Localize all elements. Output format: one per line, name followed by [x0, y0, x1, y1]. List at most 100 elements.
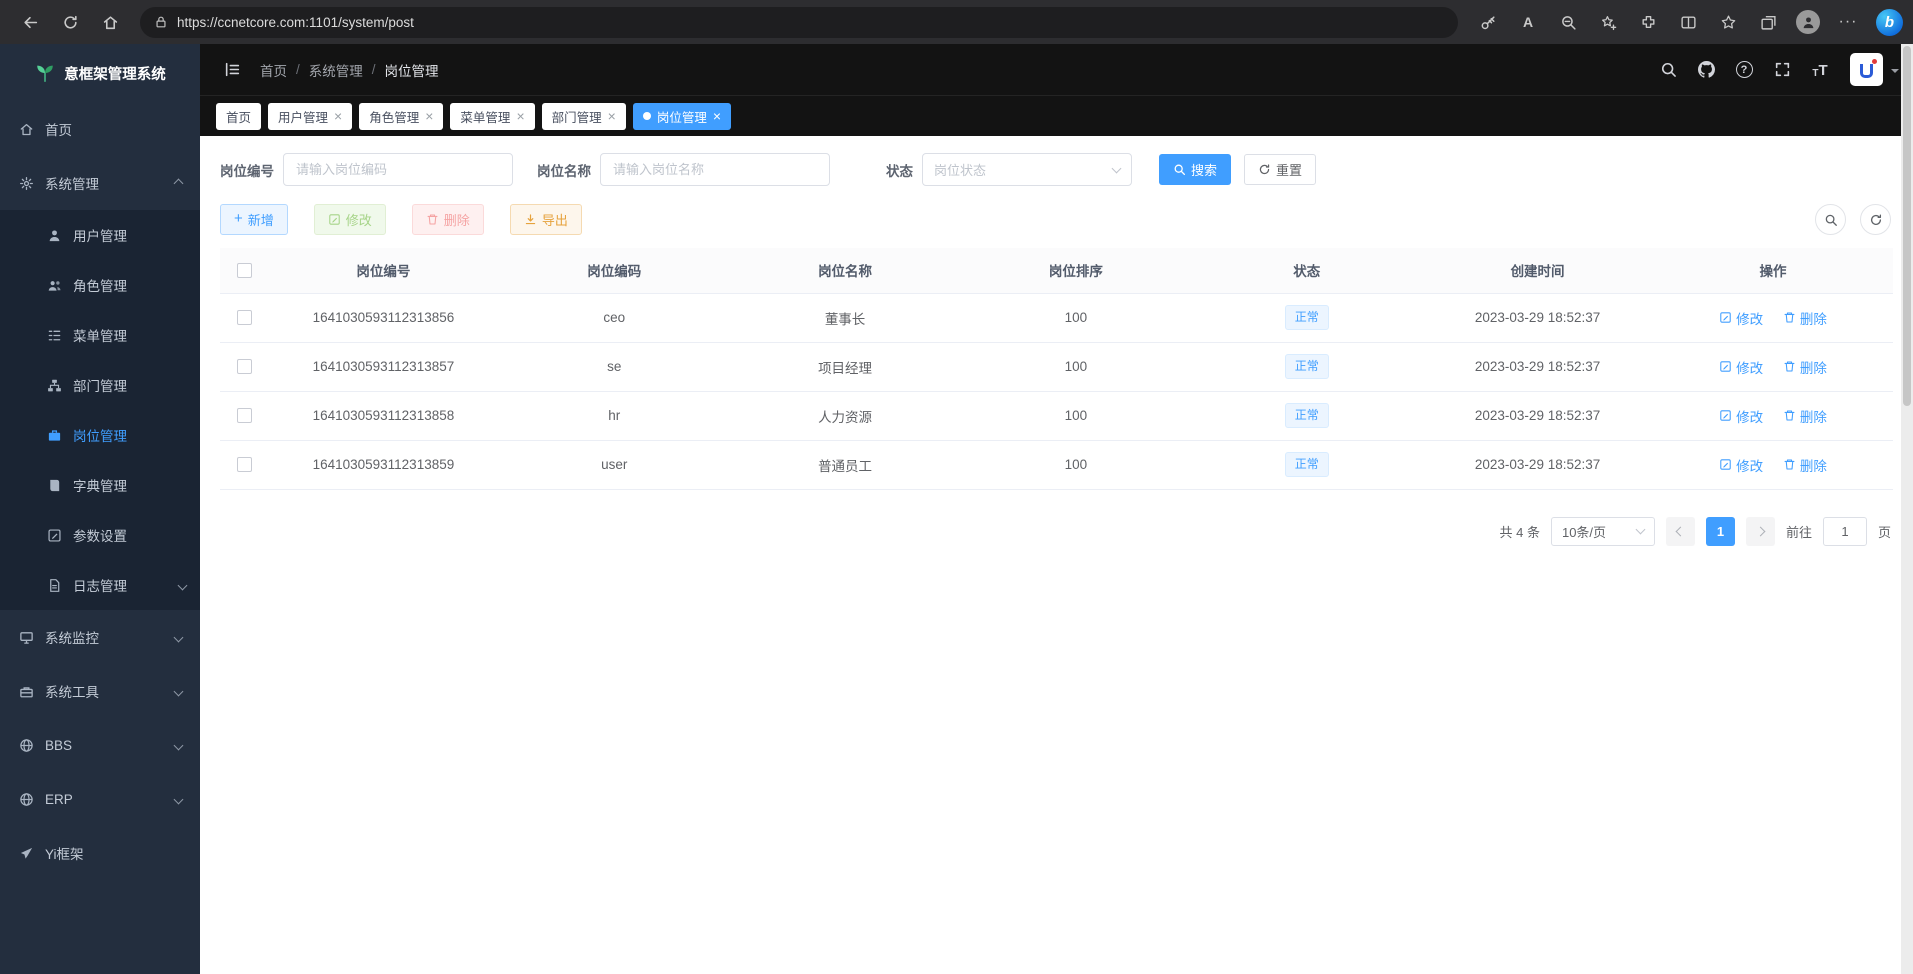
row-delete-button[interactable]: 删除 — [1783, 308, 1827, 328]
close-icon[interactable]: × — [713, 109, 721, 123]
extensions-icon[interactable] — [1628, 6, 1668, 38]
favorites-icon[interactable] — [1708, 6, 1748, 38]
refresh-button[interactable] — [50, 6, 90, 38]
favorites-add-icon[interactable] — [1588, 6, 1628, 38]
table-header-row: 岗位编号 岗位编码 岗位名称 岗位排序 状态 创建时间 操作 — [220, 248, 1893, 293]
prev-page-button[interactable] — [1666, 517, 1695, 546]
sidebar-item-post-mgmt[interactable]: 岗位管理 — [0, 410, 200, 460]
sidebar-item-dept-mgmt[interactable]: 部门管理 — [0, 360, 200, 410]
row-edit-button[interactable]: 修改 — [1719, 406, 1763, 426]
column-status: 状态 — [1191, 248, 1422, 293]
search-icon[interactable] — [1650, 52, 1686, 88]
close-icon[interactable]: × — [516, 109, 524, 123]
lock-icon — [154, 15, 168, 29]
page-scrollbar[interactable] — [1901, 44, 1913, 974]
page-size-select[interactable]: 10条/页 — [1551, 517, 1655, 546]
row-edit-button[interactable]: 修改 — [1719, 455, 1763, 475]
address-bar[interactable]: https://ccnetcore.com:1101/system/post — [140, 7, 1458, 38]
browser-menu-icon[interactable]: ··· — [1828, 6, 1868, 38]
select-all-checkbox[interactable] — [237, 263, 252, 278]
sidebar-item-monitor[interactable]: 系统监控 — [0, 610, 200, 664]
chevron-down-icon — [1112, 163, 1122, 173]
chevron-left-icon — [1676, 526, 1686, 536]
sidebar-item-yi-framework[interactable]: Yi框架 — [0, 826, 200, 880]
close-icon[interactable]: × — [425, 109, 433, 123]
export-button[interactable]: 导出 — [510, 204, 582, 235]
tab-role-mgmt[interactable]: 角色管理 × — [359, 103, 443, 130]
profile-avatar[interactable] — [1788, 6, 1828, 38]
row-delete-button[interactable]: 删除 — [1783, 357, 1827, 377]
post-code-input[interactable] — [283, 153, 513, 186]
row-delete-button[interactable]: 删除 — [1783, 406, 1827, 426]
sidebar: 意框架管理系统 首页 系统管理 — [0, 44, 200, 974]
table-search-button[interactable] — [1815, 204, 1846, 235]
current-page-button[interactable]: 1 — [1706, 517, 1735, 546]
user-avatar[interactable] — [1850, 53, 1883, 86]
tab-user-mgmt[interactable]: 用户管理 × — [268, 103, 352, 130]
sidebar-item-bbs[interactable]: BBS — [0, 718, 200, 772]
row-checkbox[interactable] — [237, 457, 252, 472]
cell-post-id: 1641030593112313859 — [268, 440, 499, 489]
goto-page-input[interactable] — [1823, 517, 1867, 546]
chevron-up-icon — [174, 178, 184, 188]
zoom-icon[interactable] — [1548, 6, 1588, 38]
font-size-icon[interactable]: TT — [1802, 52, 1838, 88]
sidebar-item-system[interactable]: 系统管理 — [0, 156, 200, 210]
row-checkbox[interactable] — [237, 359, 252, 374]
sidebar-item-role-mgmt[interactable]: 角色管理 — [0, 260, 200, 310]
github-icon[interactable] — [1688, 52, 1724, 88]
add-button[interactable]: + 新增 — [220, 204, 288, 235]
sidebar-item-param-settings[interactable]: 参数设置 — [0, 510, 200, 560]
reset-button[interactable]: 重置 — [1244, 154, 1316, 185]
row-checkbox[interactable] — [237, 408, 252, 423]
sidebar-item-home[interactable]: 首页 — [0, 102, 200, 156]
breadcrumb-home[interactable]: 首页 — [260, 60, 287, 80]
row-checkbox[interactable] — [237, 310, 252, 325]
plus-icon: + — [234, 211, 243, 226]
table-row[interactable]: 1641030593112313857 se 项目经理 100 正常 2023-… — [220, 342, 1893, 391]
fullscreen-icon[interactable] — [1764, 52, 1800, 88]
cell-created-at: 2023-03-29 18:52:37 — [1422, 342, 1653, 391]
back-button[interactable] — [10, 6, 50, 38]
tab-dept-mgmt[interactable]: 部门管理 × — [542, 103, 626, 130]
password-key-icon[interactable] — [1468, 6, 1508, 38]
sidebar-item-menu-mgmt[interactable]: 菜单管理 — [0, 310, 200, 360]
collections-icon[interactable] — [1748, 6, 1788, 38]
collapse-sidebar-icon[interactable] — [214, 52, 250, 88]
table-row[interactable]: 1641030593112313858 hr 人力资源 100 正常 2023-… — [220, 391, 1893, 440]
table-refresh-button[interactable] — [1860, 204, 1891, 235]
next-page-button[interactable] — [1746, 517, 1775, 546]
table-row[interactable]: 1641030593112313859 user 普通员工 100 正常 202… — [220, 440, 1893, 489]
tab-home[interactable]: 首页 — [216, 103, 261, 130]
sidebar-item-user-mgmt[interactable]: 用户管理 — [0, 210, 200, 260]
sidebar-item-dict-mgmt[interactable]: 字典管理 — [0, 460, 200, 510]
tab-menu-mgmt[interactable]: 菜单管理 × — [450, 103, 534, 130]
search-button[interactable]: 搜索 — [1159, 154, 1231, 185]
delete-button[interactable]: 删除 — [412, 204, 484, 235]
chevron-down-icon — [174, 632, 184, 642]
close-icon[interactable]: × — [608, 109, 616, 123]
sidebar-item-erp[interactable]: ERP — [0, 772, 200, 826]
sidebar-item-tools[interactable]: 系统工具 — [0, 664, 200, 718]
row-edit-button[interactable]: 修改 — [1719, 308, 1763, 328]
help-icon[interactable]: ? — [1726, 52, 1762, 88]
caret-down-icon[interactable] — [1891, 69, 1899, 77]
scrollbar-thumb[interactable] — [1903, 46, 1911, 406]
row-delete-button[interactable]: 删除 — [1783, 455, 1827, 475]
copilot-bing-icon[interactable]: b — [1876, 9, 1903, 36]
tab-post-mgmt[interactable]: 岗位管理 × — [633, 103, 731, 130]
split-screen-icon[interactable] — [1668, 6, 1708, 38]
row-edit-button[interactable]: 修改 — [1719, 357, 1763, 377]
cell-post-name: 项目经理 — [730, 342, 961, 391]
column-post-name: 岗位名称 — [730, 248, 961, 293]
table-row[interactable]: 1641030593112313856 ceo 董事长 100 正常 2023-… — [220, 293, 1893, 342]
edit-button[interactable]: 修改 — [314, 204, 386, 235]
breadcrumb-system[interactable]: 系统管理 — [309, 60, 363, 80]
close-icon[interactable]: × — [334, 109, 342, 123]
column-created-at: 创建时间 — [1422, 248, 1653, 293]
read-aloud-icon[interactable]: A — [1508, 6, 1548, 38]
post-name-input[interactable] — [600, 153, 830, 186]
status-select[interactable]: 岗位状态 — [922, 153, 1132, 186]
home-button[interactable] — [90, 6, 130, 38]
sidebar-item-log-mgmt[interactable]: 日志管理 — [0, 560, 200, 610]
